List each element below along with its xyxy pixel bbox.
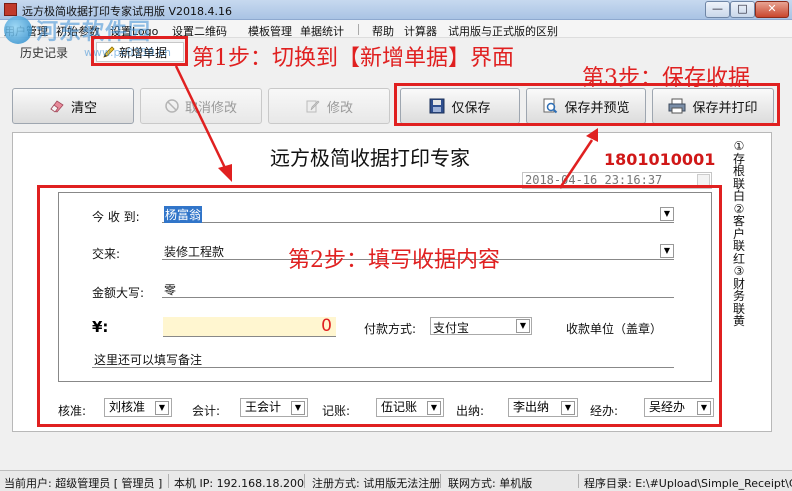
handler-select[interactable]: 吴经办 ▼ — [644, 398, 714, 417]
amount-value: 0 — [321, 316, 332, 336]
eraser-icon — [50, 100, 64, 113]
yen-label: ¥: — [92, 318, 109, 336]
for-field[interactable]: 装修工程款 ▼ — [162, 242, 674, 260]
received-from-label: 今 收 到: — [92, 210, 140, 224]
status-bar: 当前用户: 超级管理员 [ 管理员 ] 本机 IP: 192.168.18.20… — [0, 470, 792, 491]
amount-words-value: 零 — [164, 283, 177, 297]
app-icon — [4, 3, 17, 16]
status-directory: 程序目录: E:\#Upload\Simple_Receipt\C — [584, 477, 792, 490]
menu-set-qrcode[interactable]: 设置二维码 — [172, 23, 227, 39]
accountant-select[interactable]: 王会计 ▼ — [240, 398, 308, 417]
edit-icon — [306, 100, 320, 113]
tab-history[interactable]: 历史记录 — [20, 44, 88, 64]
for-label: 交来: — [92, 247, 121, 261]
edit-button[interactable]: 修改 — [268, 88, 390, 124]
receipt-title: 远方极简收据打印专家 — [270, 146, 470, 170]
bookkeeper-label: 记账: — [322, 404, 351, 418]
approver-label: 核准: — [58, 404, 87, 418]
edit-button-label: 修改 — [326, 100, 353, 116]
accountant-value: 王会计 — [245, 400, 282, 414]
remark-field[interactable]: 这里还可以填写备注 — [92, 350, 674, 368]
menu-bar: 用户管理 初始参数 设置Logo 设置二维码 模板管理 单据统计 帮助 计算器 … — [0, 20, 792, 38]
menu-calculator[interactable]: 计算器 — [404, 23, 437, 39]
clear-button-label: 清空 — [70, 100, 97, 116]
menu-separator — [358, 24, 359, 35]
menu-user-manage[interactable]: 用户管理 — [4, 23, 48, 39]
status-user: 当前用户: 超级管理员 [ 管理员 ] — [4, 477, 163, 490]
maximize-button[interactable]: □ — [730, 1, 755, 18]
remark-value: 这里还可以填写备注 — [94, 353, 203, 367]
approver-select[interactable]: 刘核准 ▼ — [104, 398, 172, 417]
date-dropdown-icon[interactable] — [697, 174, 710, 187]
status-separator — [168, 474, 169, 488]
status-separator — [578, 474, 579, 488]
title-bar: 远方极简收据打印专家试用版 V2018.4.16 — □ ✕ — [0, 0, 792, 20]
close-button[interactable]: ✕ — [755, 1, 789, 18]
floppy-disk-icon — [429, 98, 445, 114]
pencil-icon — [103, 46, 115, 58]
receipt-date-value: 2018-04-16 23:16:37 — [525, 173, 663, 187]
status-separator — [304, 474, 305, 488]
window-title: 远方极简收据打印专家试用版 V2018.4.16 — [22, 5, 233, 18]
save-print-button-label: 保存并打印 — [692, 100, 758, 116]
tab-row: 历史记录 新增单据 — [0, 38, 792, 66]
menu-init-params[interactable]: 初始参数 — [56, 23, 100, 39]
amount-words-label: 金额大写: — [92, 286, 145, 300]
cashier-label: 出纳: — [456, 404, 485, 418]
bookkeeper-dropdown-icon[interactable]: ▼ — [427, 401, 441, 415]
status-separator — [440, 474, 441, 488]
save-only-button-label: 仅保存 — [451, 100, 491, 116]
for-dropdown-icon[interactable]: ▼ — [660, 244, 674, 258]
for-value: 装修工程款 — [164, 245, 225, 259]
handler-value: 吴经办 — [649, 400, 686, 414]
save-only-button[interactable]: 仅保存 — [400, 88, 520, 124]
cancel-edit-button[interactable]: 取消修改 — [140, 88, 262, 124]
received-from-value: 杨富翁 — [164, 206, 203, 223]
status-network: 联网方式: 单机版 — [448, 477, 533, 490]
approver-dropdown-icon[interactable]: ▼ — [155, 401, 169, 415]
pay-method-select[interactable]: 支付宝 ▼ — [430, 317, 532, 335]
handler-dropdown-icon[interactable]: ▼ — [697, 401, 711, 415]
approver-value: 刘核准 — [109, 400, 146, 414]
save-preview-button[interactable]: 保存并预览 — [526, 88, 646, 124]
receipt-date-field[interactable]: 2018-04-16 23:16:37 — [522, 172, 712, 189]
amount-words-field: 零 — [162, 280, 674, 298]
handler-label: 经办: — [590, 404, 619, 418]
cashier-dropdown-icon[interactable]: ▼ — [561, 401, 575, 415]
bookkeeper-select[interactable]: 伍记账 ▼ — [376, 398, 444, 417]
preview-icon — [543, 98, 558, 114]
save-print-button[interactable]: 保存并打印 — [652, 88, 774, 124]
accountant-dropdown-icon[interactable]: ▼ — [291, 401, 305, 415]
cashier-value: 李出纳 — [513, 400, 550, 414]
tab-new-receipt-label: 新增单据 — [119, 46, 168, 60]
accountant-label: 会计: — [192, 404, 221, 418]
received-from-dropdown-icon[interactable]: ▼ — [660, 207, 674, 221]
cancel-icon — [165, 99, 179, 113]
payee-label: 收款单位（盖章） — [566, 322, 663, 336]
cancel-edit-button-label: 取消修改 — [184, 100, 237, 116]
menu-help[interactable]: 帮助 — [372, 23, 394, 39]
pay-method-dropdown-icon[interactable]: ▼ — [516, 319, 530, 333]
minimize-button[interactable]: — — [705, 1, 730, 18]
status-register: 注册方式: 试用版无法注册 — [312, 477, 441, 490]
pay-method-value: 支付宝 — [433, 321, 470, 335]
tab-new-receipt[interactable]: 新增单据 — [96, 42, 184, 62]
received-from-field[interactable]: 杨富翁 ▼ — [162, 205, 674, 223]
save-preview-button-label: 保存并预览 — [564, 100, 630, 116]
clear-button[interactable]: 清空 — [12, 88, 134, 124]
menu-version-diff[interactable]: 试用版与正式版的区别 — [448, 23, 558, 39]
receipt-number: 1801010001 — [604, 150, 716, 169]
menu-template-manage[interactable]: 模板管理 — [248, 23, 292, 39]
amount-input[interactable]: 0 — [163, 316, 336, 337]
printer-icon — [668, 98, 686, 114]
copy-info-text: ①存根联白②客户联红③财务联黄 — [732, 139, 745, 328]
menu-set-logo[interactable]: 设置Logo — [110, 23, 158, 39]
bookkeeper-value: 伍记账 — [381, 400, 418, 414]
status-ip: 本机 IP: 192.168.18.200 — [174, 477, 305, 490]
pay-method-label: 付款方式: — [364, 322, 417, 336]
menu-receipt-stats[interactable]: 单据统计 — [300, 23, 344, 39]
cashier-select[interactable]: 李出纳 ▼ — [508, 398, 578, 417]
